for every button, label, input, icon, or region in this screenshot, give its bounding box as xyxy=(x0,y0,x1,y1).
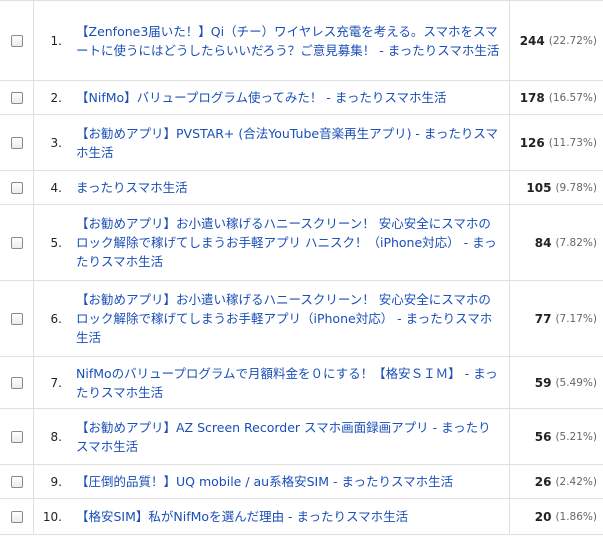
pageview-percent: (7.17%) xyxy=(555,312,597,325)
row-checkbox-cell[interactable] xyxy=(0,357,34,408)
table-row: 3. 【お勧めアプリ】PVSTAR+ (合法YouTube音楽再生アプリ) - … xyxy=(0,115,603,171)
row-rank: 10. xyxy=(42,509,62,524)
pageview-count: 26 xyxy=(534,474,552,489)
table-row: 6. 【お勧めアプリ】お小遣い稼げるハニースクリーン！ 安心安全にスマホのロック… xyxy=(0,281,603,357)
row-checkbox[interactable] xyxy=(10,312,23,325)
row-checkbox-cell[interactable] xyxy=(0,205,34,280)
row-checkbox-cell[interactable] xyxy=(0,1,34,80)
page-title-link[interactable]: NifMoのバリュープログラムで月額料金を０にする！【格安ＳＩＭ】 - まったり… xyxy=(76,364,503,402)
pageview-count: 126 xyxy=(519,135,545,150)
row-checkbox[interactable] xyxy=(10,376,23,389)
row-title-cell: 【お勧めアプリ】お小遣い稼げるハニースクリーン！ 安心安全にスマホのロック解除で… xyxy=(68,205,510,280)
pageview-count: 178 xyxy=(519,90,545,105)
row-rank: 2. xyxy=(50,90,62,105)
row-title-cell: NifMoのバリュープログラムで月額料金を０にする！【格安ＳＩＭ】 - まったり… xyxy=(68,357,510,408)
row-rank: 7. xyxy=(50,375,62,390)
pageview-count: 20 xyxy=(534,509,552,524)
pageview-percent: (11.73%) xyxy=(548,136,597,149)
row-checkbox[interactable] xyxy=(10,475,23,488)
row-value-cell: 105 (9.78%) xyxy=(510,171,603,204)
pageview-count: 105 xyxy=(526,180,552,195)
row-title-cell: 【お勧めアプリ】AZ Screen Recorder スマホ画面録画アプリ - … xyxy=(68,409,510,464)
row-rank: 9. xyxy=(50,474,62,489)
row-checkbox-cell[interactable] xyxy=(0,281,34,356)
row-checkbox[interactable] xyxy=(10,136,23,149)
pageview-percent: (5.49%) xyxy=(555,376,597,389)
pageview-percent: (16.57%) xyxy=(548,91,597,104)
row-title-cell: 【格安SIM】私がNifMoを選んだ理由 - まったりスマホ生活 xyxy=(68,499,510,534)
row-value-cell: 26 (2.42%) xyxy=(510,465,603,498)
row-rank: 1. xyxy=(50,33,62,48)
row-rank: 4. xyxy=(50,180,62,195)
row-title-cell: 【お勧めアプリ】PVSTAR+ (合法YouTube音楽再生アプリ) - まった… xyxy=(68,115,510,170)
pageview-percent: (22.72%) xyxy=(548,34,597,47)
table-row: 7. NifMoのバリュープログラムで月額料金を０にする！【格安ＳＩＭ】 - ま… xyxy=(0,357,603,409)
row-checkbox[interactable] xyxy=(10,236,23,249)
row-value-cell: 56 (5.21%) xyxy=(510,409,603,464)
table-row: 10. 【格安SIM】私がNifMoを選んだ理由 - まったりスマホ生活 20(… xyxy=(0,499,603,535)
row-checkbox[interactable] xyxy=(10,34,23,47)
row-checkbox-cell[interactable] xyxy=(0,81,34,114)
row-value-cell: 77 (7.17%) xyxy=(510,281,603,356)
pageview-count: 244 xyxy=(519,33,545,48)
table-row: 9. 【圧倒的品質！】UQ mobile / au系格安SIM - まったりスマ… xyxy=(0,465,603,499)
page-title-link[interactable]: 【圧倒的品質！】UQ mobile / au系格安SIM - まったりスマホ生活 xyxy=(76,472,453,491)
row-value-cell: 126 (11.73%) xyxy=(510,115,603,170)
row-value-cell: 244 (22.72%) xyxy=(510,1,603,80)
row-checkbox[interactable] xyxy=(10,510,23,523)
table-row: 5. 【お勧めアプリ】お小遣い稼げるハニースクリーン！ 安心安全にスマホのロック… xyxy=(0,205,603,281)
table-row: 8. 【お勧めアプリ】AZ Screen Recorder スマホ画面録画アプリ… xyxy=(0,409,603,465)
pageview-count: 56 xyxy=(534,429,552,444)
row-title-cell: まったりスマホ生活 xyxy=(68,171,510,204)
pageview-percent: (9.78%) xyxy=(555,181,597,194)
row-rank: 3. xyxy=(50,135,62,150)
row-rank: 5. xyxy=(50,235,62,250)
row-checkbox-cell[interactable] xyxy=(0,409,34,464)
page-title-link[interactable]: 【お勧めアプリ】お小遣い稼げるハニースクリーン！ 安心安全にスマホのロック解除で… xyxy=(76,214,503,271)
table-row: 4. まったりスマホ生活 105 (9.78%) xyxy=(0,171,603,205)
page-title-link[interactable]: 【お勧めアプリ】AZ Screen Recorder スマホ画面録画アプリ - … xyxy=(76,418,503,456)
page-title-link[interactable]: 【お勧めアプリ】PVSTAR+ (合法YouTube音楽再生アプリ) - まった… xyxy=(76,124,503,162)
row-rank: 8. xyxy=(50,429,62,444)
pageview-percent: (7.82%) xyxy=(555,236,597,249)
row-title-cell: 【お勧めアプリ】お小遣い稼げるハニースクリーン！ 安心安全にスマホのロック解除で… xyxy=(68,281,510,356)
table-row: 2. 【NifMo】バリュープログラム使ってみた！ - まったりスマホ生活 17… xyxy=(0,81,603,115)
page-title-link[interactable]: 【NifMo】バリュープログラム使ってみた！ - まったりスマホ生活 xyxy=(76,88,447,107)
row-checkbox[interactable] xyxy=(10,181,23,194)
row-value-cell: 178 (16.57%) xyxy=(510,81,603,114)
row-title-cell: 【NifMo】バリュープログラム使ってみた！ - まったりスマホ生活 xyxy=(68,81,510,114)
page-title-link[interactable]: 【格安SIM】私がNifMoを選んだ理由 - まったりスマホ生活 xyxy=(76,507,408,526)
row-title-cell: 【Zenfone3届いた！】Qi（チー）ワイヤレス充電を考える。スマホをスマート… xyxy=(68,1,510,80)
page-title-link[interactable]: 【Zenfone3届いた！】Qi（チー）ワイヤレス充電を考える。スマホをスマート… xyxy=(76,22,503,60)
page-title-table: 1. 【Zenfone3届いた！】Qi（チー）ワイヤレス充電を考える。スマホをス… xyxy=(0,0,603,536)
row-rank: 6. xyxy=(50,311,62,326)
pageview-percent: (1.86%) xyxy=(555,510,597,523)
row-checkbox[interactable] xyxy=(10,430,23,443)
row-checkbox-cell[interactable] xyxy=(0,171,34,204)
row-title-cell: 【圧倒的品質！】UQ mobile / au系格安SIM - まったりスマホ生活 xyxy=(68,465,510,498)
table-row: 1. 【Zenfone3届いた！】Qi（チー）ワイヤレス充電を考える。スマホをス… xyxy=(0,1,603,81)
pageview-percent: (2.42%) xyxy=(555,475,597,488)
row-value-cell: 20 (1.86%) xyxy=(510,499,603,534)
pageview-percent: (5.21%) xyxy=(555,430,597,443)
pageview-count: 59 xyxy=(534,375,552,390)
pageview-count: 77 xyxy=(534,311,552,326)
page-title-link[interactable]: まったりスマホ生活 xyxy=(76,178,188,197)
row-checkbox-cell[interactable] xyxy=(0,499,34,534)
row-checkbox[interactable] xyxy=(10,91,23,104)
page-title-link[interactable]: 【お勧めアプリ】お小遣い稼げるハニースクリーン！ 安心安全にスマホのロック解除で… xyxy=(76,290,503,347)
pageview-count: 84 xyxy=(534,235,552,250)
row-checkbox-cell[interactable] xyxy=(0,465,34,498)
row-value-cell: 84 (7.82%) xyxy=(510,205,603,280)
row-value-cell: 59 (5.49%) xyxy=(510,357,603,408)
row-checkbox-cell[interactable] xyxy=(0,115,34,170)
